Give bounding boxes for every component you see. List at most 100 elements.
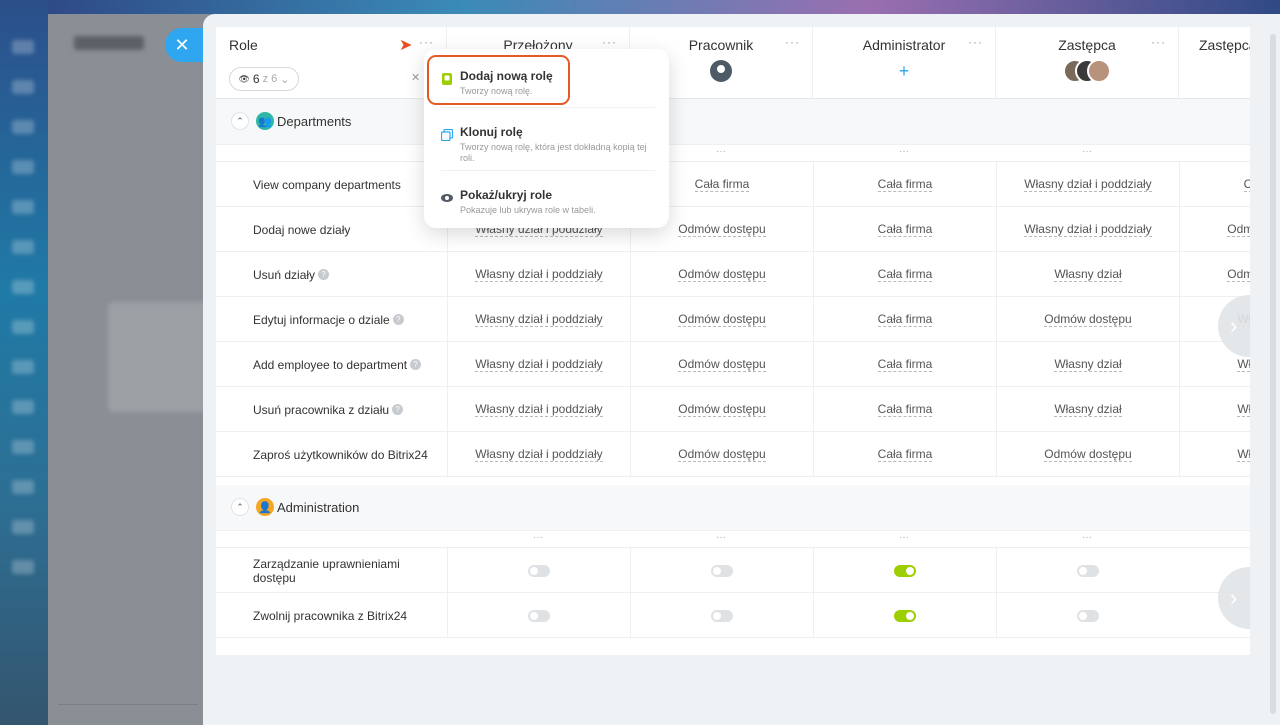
permission-value[interactable]: Cała firma [877,267,933,282]
permission-label: Zarządzanie uprawnieniami dostępu [253,556,400,585]
permission-value-cell[interactable]: Cała firma [813,432,996,477]
permission-value-cell[interactable]: Odmów dostępu [1179,207,1250,252]
help-icon[interactable]: ? [410,359,422,370]
permission-value-cell[interactable]: Cała firma [813,162,996,207]
permission-toggle[interactable] [1077,609,1099,622]
permission-toggle[interactable] [711,564,733,577]
permission-value[interactable]: Własny dział i poddziały [475,267,603,282]
close-icon: ✕ [174,34,190,55]
permission-value-cell[interactable]: Własny dział i poddziały [447,432,630,477]
permission-value-cell[interactable]: Własny dział [1179,432,1250,477]
permission-value[interactable]: Własny dział [1237,402,1250,417]
permission-value[interactable]: Odmów dostępu [678,447,766,462]
permission-value[interactable]: Odmów dostępu [1044,312,1132,327]
chevron-up-icon[interactable]: ⌃ [232,499,248,515]
permission-value[interactable]: Własny dział [1237,447,1250,462]
permission-value-cell[interactable]: Cała firma [813,342,996,387]
help-icon[interactable]: ? [318,269,330,280]
table-row: Dodaj nowe działy Własny dział i poddział… [216,207,1250,252]
permission-value[interactable]: Odmów dostępu [1044,447,1132,462]
permission-toggle[interactable] [1077,564,1099,577]
permission-value[interactable]: Cała firma [877,222,933,237]
help-icon[interactable]: ? [392,314,404,325]
collapse-columns-icon[interactable]: ✕ [411,71,420,84]
column-menu-dots-icon[interactable]: ··· [602,35,617,49]
close-slider-button[interactable]: ✕ [165,28,205,62]
visible-roles-counter[interactable]: 👁 6 z 6 ⌄ [229,67,299,91]
permission-value[interactable]: Cała firma [877,447,933,462]
permission-value[interactable]: Odmów dostępu [678,402,766,417]
add-member-plus-icon[interactable]: + [893,60,915,82]
permission-value[interactable]: Cała firma [877,402,933,417]
permission-value-cell[interactable]: Własny dział [996,252,1179,297]
permission-value[interactable]: Cała firma [877,312,933,327]
permission-value[interactable]: Odmów dostępu [678,222,766,237]
permission-value-cell[interactable]: Odmów dostępu [1179,252,1250,297]
permission-value-cell[interactable]: Własny dział i poddziały [447,387,630,432]
table-row: Zarządzanie uprawnieniami dostępu [216,548,1250,593]
group-departments[interactable]: ⌃ 👥 Departments [216,99,1250,145]
permission-value[interactable]: Własny dział [1054,267,1122,282]
role-header-cell: Role ➤ ··· 👁 6 z 6 ⌄ ✕ [216,27,447,99]
vertical-scrollbar[interactable] [1270,34,1276,714]
permission-value[interactable]: Własny dział i poddziały [475,312,603,327]
permission-value-cell[interactable]: Własny dział [1179,387,1250,432]
permission-value-cell[interactable]: Własny dział i poddziały [447,297,630,342]
permission-value[interactable]: Własny dział i poddziały [1024,177,1152,192]
permission-value-cell[interactable]: Cała firma [1179,162,1250,207]
permission-value[interactable]: Odmów dostępu [678,312,766,327]
permission-value-cell[interactable]: Cała firma [813,297,996,342]
permission-value-cell[interactable]: Odmów dostępu [630,252,813,297]
member-avatars-group[interactable] [1059,59,1115,83]
permission-value[interactable]: Własny dział [1054,357,1122,372]
column-menu-dots-icon[interactable]: ··· [1151,35,1166,49]
menu-item-clone-role[interactable]: Klonuj rolę Tworzy nową rolę, która jest… [424,111,669,167]
permission-value-cell[interactable]: Odmów dostępu [630,432,813,477]
menu-item-show-hide-roles[interactable]: Pokaż/ukryj role Pokazuje lub ukrywa rol… [424,174,669,230]
permission-value-cell[interactable]: Odmów dostępu [996,297,1179,342]
permission-value[interactable]: Odmów dostępu [1227,267,1250,282]
permission-value[interactable]: Cała firma [877,177,933,192]
permission-value[interactable]: Własny dział i poddziały [475,357,603,372]
permission-toggle[interactable] [528,564,550,577]
permission-value[interactable]: Własny dział i poddziały [1024,222,1152,237]
permission-value-cell[interactable]: Własny dział [996,387,1179,432]
permission-value-cell[interactable]: Własny dział i poddziały [996,162,1179,207]
permission-value[interactable]: Własny dział [1054,402,1122,417]
permission-value-cell[interactable]: Własny dział i poddziały [447,252,630,297]
permission-value[interactable]: Własny dział i poddziały [475,402,603,417]
permission-label-text: Usuń działy [253,267,316,282]
permission-value-cell[interactable]: Odmów dostępu [996,432,1179,477]
permission-value-cell[interactable]: Odmów dostępu [630,297,813,342]
visible-count: 6 [252,72,260,86]
permission-value[interactable]: Odmów dostępu [678,357,766,372]
chevron-up-icon[interactable]: ⌃ [232,113,248,129]
role-menu-dots-icon[interactable]: ··· [419,35,434,49]
permission-value-cell[interactable]: Odmów dostępu [630,387,813,432]
permission-value-cell[interactable]: Własny dział [996,342,1179,387]
permission-value[interactable]: Odmów dostępu [678,267,766,282]
table-header: Role ➤ ··· 👁 6 z 6 ⌄ ✕ Przełożony ··· Pr… [216,27,1250,99]
permission-toggle[interactable] [894,564,916,577]
permission-value-cell[interactable]: Cała firma [813,252,996,297]
group-administration[interactable]: ⌃ 👤 Administration [216,485,1250,531]
user-avatar-icon[interactable] [710,60,732,82]
background-panel [48,14,218,725]
permission-value[interactable]: Własny dział [1237,357,1250,372]
permission-value[interactable]: Cała firma [877,357,933,372]
permission-value-cell[interactable]: Cała firma [813,387,996,432]
permission-value[interactable]: Cała firma [694,177,750,192]
permission-toggle[interactable] [528,609,550,622]
column-menu-dots-icon[interactable]: ··· [785,35,800,49]
permission-value-cell[interactable]: Cała firma [813,207,996,252]
column-menu-dots-icon[interactable]: ··· [968,35,983,49]
help-icon[interactable]: ? [392,404,404,415]
permission-value-cell[interactable]: Własny dział i poddziały [996,207,1179,252]
permission-value[interactable]: Własny dział i poddziały [475,447,603,462]
permission-value[interactable]: Cała firma [1243,177,1250,192]
permission-toggle[interactable] [894,609,916,622]
permission-value-cell[interactable]: Odmów dostępu [630,342,813,387]
permission-toggle[interactable] [711,609,733,622]
permission-value-cell[interactable]: Własny dział i poddziały [447,342,630,387]
permission-value[interactable]: Odmów dostępu [1227,222,1250,237]
